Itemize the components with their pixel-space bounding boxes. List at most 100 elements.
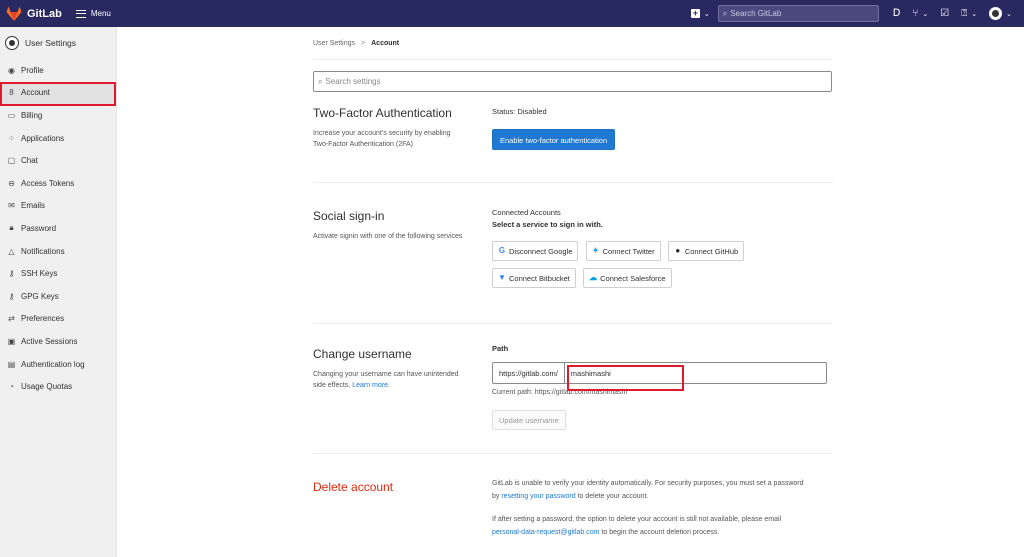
merge-requests-button[interactable]: ⑂ ⌄	[912, 8, 928, 19]
sidebar-item-billing[interactable]: ▭ Billing	[0, 104, 116, 127]
help-button[interactable]: ⍰ ⌄	[961, 8, 977, 19]
global-search-input[interactable]	[730, 9, 871, 18]
social-signin-description: Activate signin with one of the followin…	[313, 233, 463, 240]
sidebar-item-label: Profile	[21, 65, 44, 75]
sidebar-item-active-sessions[interactable]: ▣ Active Sessions	[0, 330, 116, 353]
preferences-icon: ⇄	[8, 314, 15, 324]
salesforce-icon: ☁	[589, 273, 598, 282]
sidebar-item-label: Preferences	[21, 314, 65, 324]
settings-search[interactable]: ⌕	[313, 71, 832, 92]
breadcrumb-parent[interactable]: User Settings	[313, 40, 355, 47]
button-label: Connect Salesforce	[600, 273, 666, 283]
reset-password-link[interactable]: resetting your password	[501, 493, 575, 500]
gitlab-logo[interactable]: GitLab	[6, 6, 62, 21]
sidebar-item-label: Active Sessions	[21, 336, 78, 346]
chevron-down-icon: ⌄	[1006, 10, 1012, 18]
sidebar-item-label: Account	[21, 88, 50, 98]
sidebar-list: ◉ Profile 8 Account ▭ Billing ⁘ Applications ▢ Ch…	[0, 59, 116, 398]
todo-icon: ☑	[940, 8, 950, 19]
sidebar-item-usage-quotas[interactable]: ◔ Usage Quotas	[0, 375, 116, 398]
gitlab-tanuki-icon	[6, 6, 22, 21]
button-label: Connect GitHub	[684, 246, 739, 256]
update-username-button[interactable]: Update username	[492, 410, 566, 430]
delete-text: to delete your account.	[575, 493, 649, 500]
settings-sidebar: User Settings ◉ Profile 8 Account ▭ Billing ⁘ A…	[0, 27, 117, 557]
learn-more-link[interactable]: Learn more	[352, 382, 388, 389]
change-username-title: Change username	[313, 347, 412, 361]
chat-icon: ▢	[7, 156, 16, 166]
new-dropdown-button[interactable]: + ⌄	[690, 9, 710, 18]
chevron-down-icon: ⌄	[703, 10, 710, 18]
sidebar-item-label: Authentication log	[21, 359, 85, 369]
avatar-icon	[989, 7, 1003, 20]
brand-name: GitLab	[27, 7, 62, 20]
change-username-description: Changing your username can have unintend…	[313, 369, 483, 391]
two-factor-title: Two-Factor Authentication	[313, 106, 452, 120]
menu-button[interactable]: Menu	[75, 9, 111, 18]
sidebar-item-account[interactable]: 8 Account	[0, 81, 116, 105]
chevron-down-icon: ⌄	[971, 10, 978, 18]
lock-icon: 🔒︎	[9, 223, 14, 233]
sidebar-item-authentication-log[interactable]: ▤ Authentication log	[0, 353, 116, 376]
connected-accounts-label: Connected Accounts	[492, 208, 561, 217]
todos-button[interactable]: ☑	[940, 8, 949, 19]
quota-icon: ◔	[9, 382, 14, 392]
button-label: Disconnect Google	[509, 246, 573, 256]
sidebar-item-applications[interactable]: ⁘ Applications	[0, 127, 116, 150]
sidebar-item-label: Notifications	[21, 246, 65, 256]
sidebar-item-access-tokens[interactable]: ⊖ Access Tokens	[0, 172, 116, 195]
profile-icon: ◉	[8, 65, 15, 75]
delete-account-paragraph-2: If after setting a password, the option …	[492, 514, 837, 538]
path-label: Path	[492, 344, 509, 353]
sidebar-item-label: Billing	[21, 110, 43, 120]
sidebar-item-chat[interactable]: ▢ Chat	[0, 149, 116, 172]
sidebar-item-emails[interactable]: ✉ Emails	[0, 195, 116, 218]
breadcrumb-separator-icon: >	[361, 39, 366, 47]
hamburger-icon	[75, 9, 86, 18]
chevron-down-icon: ⌄	[922, 10, 929, 18]
sidebar-item-preferences[interactable]: ⇄ Preferences	[0, 308, 116, 331]
sidebar-item-notifications[interactable]: △ Notifications	[0, 240, 116, 263]
sidebar-header[interactable]: User Settings	[0, 27, 116, 59]
twitter-icon: ✦	[592, 246, 599, 255]
enable-2fa-button[interactable]: Enable two-factor authentication	[492, 129, 616, 150]
google-icon: G	[498, 246, 506, 255]
username-input[interactable]	[563, 362, 827, 384]
sidebar-item-label: Password	[21, 223, 57, 233]
connect-salesforce-button[interactable]: ☁ Connect Salesforce	[583, 268, 672, 288]
merge-request-icon: ⑂	[912, 8, 919, 19]
issues-icon: ᗞ	[892, 8, 901, 19]
sidebar-item-label: Access Tokens	[21, 178, 75, 188]
settings-search-input[interactable]	[325, 77, 806, 86]
disconnect-google-button[interactable]: G Disconnect Google	[492, 241, 579, 261]
sidebar-item-label: Usage Quotas	[21, 382, 73, 392]
two-factor-section: Two-Factor Authentication Increase your …	[313, 92, 833, 183]
log-icon: ▤	[7, 359, 16, 369]
personal-data-email-link[interactable]: personal-data-request@gitlab.com	[492, 529, 600, 536]
social-signin-section: Social sign-in Activate signin with one …	[313, 183, 833, 324]
two-factor-description: Increase your account's security by enab…	[313, 128, 483, 150]
connect-twitter-button[interactable]: ✦ Connect Twitter	[585, 241, 661, 261]
button-label: Connect Twitter	[602, 246, 655, 256]
applications-icon: ⁘	[8, 133, 15, 143]
global-search[interactable]: ⌕	[717, 5, 879, 22]
delete-account-paragraph-1: GitLab is unable to verify your identity…	[492, 478, 837, 502]
delete-text: by	[492, 493, 502, 500]
sidebar-item-ssh-keys[interactable]: ⚷ SSH Keys	[0, 262, 116, 285]
search-icon: ⌕	[722, 8, 728, 18]
connect-github-button[interactable]: ● Connect GitHub	[667, 241, 745, 261]
sidebar-item-label: Chat	[21, 156, 38, 166]
sidebar-item-label: Emails	[21, 201, 46, 211]
sidebar-item-password[interactable]: 🔒︎ Password	[0, 217, 116, 240]
path-prefix: https://gitlab.com/	[492, 362, 564, 384]
sidebar-item-gpg-keys[interactable]: ⚷ GPG Keys	[0, 285, 116, 308]
username-desc-punct: .	[387, 382, 390, 389]
username-path-group: https://gitlab.com/	[492, 362, 832, 384]
social-signin-title: Social sign-in	[313, 209, 385, 223]
user-menu-button[interactable]: ⌄	[989, 7, 1012, 20]
connect-bitbucket-button[interactable]: ▼ Connect Bitbucket	[492, 268, 576, 288]
two-factor-desc-line: Two-Factor Authentication (2FA)	[313, 141, 413, 148]
issues-button[interactable]: ᗞ	[893, 8, 901, 19]
sidebar-item-profile[interactable]: ◉ Profile	[0, 59, 116, 82]
menu-label: Menu	[90, 9, 111, 18]
